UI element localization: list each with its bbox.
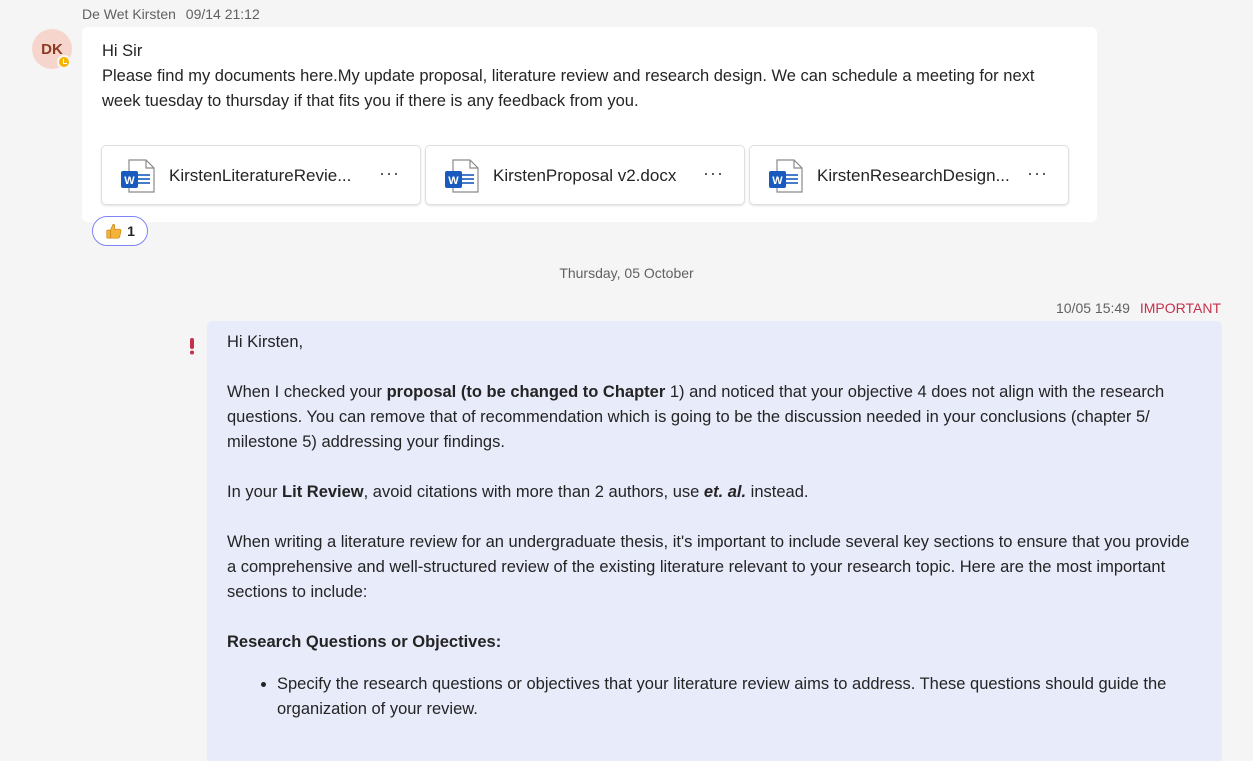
word-icon: W [445, 159, 479, 193]
file-attachment-proposal[interactable]: W KirstenProposal v2.docx ··· [425, 145, 745, 205]
reaction-count: 1 [127, 223, 135, 239]
greeting: Hi Kirsten, [227, 333, 304, 351]
outgoing-message-body: Hi Kirsten, When I checked your proposal… [227, 330, 1197, 722]
file-name[interactable]: KirstenResearchDesign... [817, 166, 1010, 186]
outgoing-message[interactable]: Hi Kirsten, When I checked your proposal… [207, 321, 1222, 761]
incoming-message[interactable]: Hi Sir Please find my documents here.My … [82, 27, 1097, 222]
bold-run: proposal (to be changed to Chapter [386, 383, 666, 401]
section-heading-text: Research Questions or Objectives: [227, 633, 502, 651]
svg-text:W: W [448, 175, 459, 187]
paragraph-sections: When writing a literature review for an … [227, 533, 1190, 601]
bold-run: Lit Review [282, 483, 364, 501]
message-line: Hi Sir [102, 42, 143, 60]
message-timestamp: 09/14 21:12 [185, 6, 260, 22]
bullet-list: Specify the research questions or object… [227, 672, 1197, 722]
file-name[interactable]: KirstenLiteratureRevie... [169, 166, 351, 186]
message-timestamp: 10/05 15:49 [1055, 300, 1130, 316]
message-line: Please find my documents here.My update … [102, 67, 1035, 110]
svg-text:W: W [124, 175, 135, 187]
more-options-icon[interactable]: ··· [703, 163, 724, 184]
more-options-icon[interactable]: ··· [379, 163, 400, 184]
list-item: Specify the research questions or object… [277, 672, 1197, 722]
incoming-message-body: Hi Sir Please find my documents here.My … [102, 39, 1062, 114]
thumbs-up-icon [106, 223, 122, 239]
presence-away-icon [57, 55, 71, 69]
sender-name[interactable]: De Wet Kirsten [82, 6, 176, 22]
svg-text:W: W [772, 175, 783, 187]
word-icon: W [769, 159, 803, 193]
section-heading: Research Questions or Objectives: [227, 630, 1197, 655]
word-icon: W [121, 159, 155, 193]
more-options-icon[interactable]: ··· [1027, 163, 1048, 184]
file-attachment-research-design[interactable]: W KirstenResearchDesign... ··· [749, 145, 1069, 205]
text-run: In your [227, 483, 283, 501]
paragraph-proposal: When I checked your proposal (to be chan… [227, 380, 1197, 455]
text-run: instead. [746, 483, 809, 501]
sender-line: De Wet Kirsten 09/14 21:12 [82, 6, 260, 22]
outgoing-meta: 10/05 15:49 IMPORTANT [1056, 300, 1221, 316]
text-run: , avoid citations with more than 2 autho… [363, 483, 704, 501]
bold-italic-run: et. al. [703, 483, 747, 501]
text-run: When I checked your [227, 383, 387, 401]
attachment-list: W KirstenLiteratureRevie... ··· W Kirste… [101, 145, 1069, 205]
date-divider: Thursday, 05 October [559, 265, 694, 281]
paragraph-lit-review: In your Lit Review, avoid citations with… [227, 480, 1197, 505]
important-exclamation-icon [190, 338, 194, 355]
file-attachment-literature-review[interactable]: W KirstenLiteratureRevie... ··· [101, 145, 421, 205]
reaction-thumbs-up[interactable]: 1 [92, 216, 148, 246]
importance-label: IMPORTANT [1139, 300, 1221, 316]
file-name[interactable]: KirstenProposal v2.docx [493, 166, 676, 186]
